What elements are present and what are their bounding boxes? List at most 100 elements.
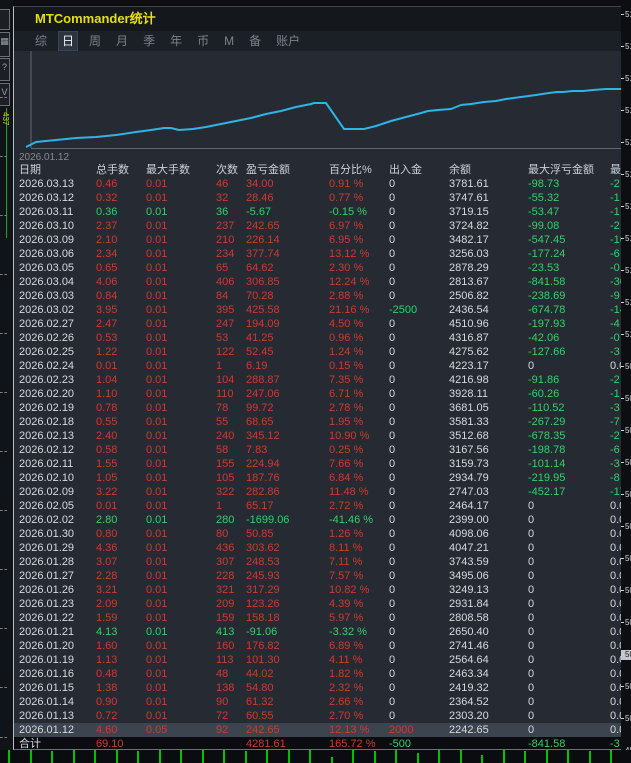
menu-tab-账户[interactable]: 账户 <box>273 32 303 50</box>
check-icon[interactable]: V <box>0 83 10 106</box>
table-row[interactable]: 2026.01.214.130.01413-91.06-3.32 %02650.… <box>14 625 621 639</box>
cell: 0 <box>389 191 395 205</box>
table-row[interactable]: 2026.01.272.280.01228245.937.57 %03495.0… <box>14 569 621 583</box>
menu-tab-综[interactable]: 综 <box>32 32 50 50</box>
table-row[interactable]: 2026.01.124.600.0592242.6512.13 %2000224… <box>14 723 621 737</box>
cell: 0.01 <box>146 387 167 401</box>
menu-tab-季[interactable]: 季 <box>140 32 158 50</box>
table-row[interactable]: 2026.03.062.340.01234377.7413.12 %03256.… <box>14 247 621 261</box>
table-row[interactable]: 2026.02.120.580.01587.830.25 %03167.56-1… <box>14 443 621 457</box>
menu-tab-M[interactable]: M <box>221 32 237 50</box>
column-header[interactable]: 百分比% <box>329 163 372 177</box>
table-row[interactable]: 2026.03.044.060.01406306.8512.24 %02813.… <box>14 275 621 289</box>
table-row[interactable]: 2026.02.201.100.01110247.066.71 %03928.1… <box>14 387 621 401</box>
column-header[interactable]: 盈亏金额 <box>246 163 290 177</box>
table-row[interactable]: 2026.01.151.380.0113854.802.32 %02419.32… <box>14 681 621 695</box>
cell: -2 <box>610 373 620 387</box>
column-header[interactable]: 最大 <box>610 163 621 177</box>
cell: 6.84 % <box>329 471 363 485</box>
cell: 1.26 % <box>329 527 363 541</box>
table-row[interactable]: 2026.01.232.090.01209123.264.39 %02931.8… <box>14 597 621 611</box>
menu-tab-日[interactable]: 日 <box>59 32 77 50</box>
window-titlebar[interactable]: MTCommander统计 <box>14 7 621 31</box>
cell: 2026.02.11 <box>19 457 73 471</box>
toolbar-icon-partial[interactable] <box>0 9 10 30</box>
table-row[interactable]: 2026.01.191.130.01113101.304.11 %02564.6… <box>14 653 621 667</box>
cell: 12.13 % <box>329 723 369 737</box>
cell: 0.0 <box>610 513 621 527</box>
cell: 0.01 <box>146 457 167 471</box>
table-row[interactable]: 2026.02.101.050.01105187.766.84 %02934.7… <box>14 471 621 485</box>
table-row[interactable]: 2026.02.111.550.01155224.947.66 %03159.7… <box>14 457 621 471</box>
table-row[interactable]: 2026.03.110.360.0136-5.67-0.15 %03719.15… <box>14 205 621 219</box>
table-row[interactable]: 2026.01.221.590.01159158.185.97 %02808.5… <box>14 611 621 625</box>
volume-bar <box>610 750 612 763</box>
table-row[interactable]: 2026.02.251.220.0112252.451.24 %04275.62… <box>14 345 621 359</box>
cell: 0 <box>389 317 395 331</box>
table-row[interactable]: 2026.02.190.780.017899.722.78 %03681.05-… <box>14 401 621 415</box>
cell: 0.01 <box>146 177 167 191</box>
column-header[interactable]: 出入金 <box>389 163 422 177</box>
table-row[interactable]: 2026.03.050.650.016564.622.30 %02878.29-… <box>14 261 621 275</box>
menu-tab-月[interactable]: 月 <box>113 32 131 50</box>
menu-tab-币[interactable]: 币 <box>194 32 212 50</box>
cell: 2026.02.09 <box>19 485 74 499</box>
price-scale-tick: 50 <box>621 618 631 628</box>
question-icon[interactable]: ? <box>0 58 10 81</box>
cell: 2650.40 <box>449 625 489 639</box>
cell: 2026.01.29 <box>19 541 74 555</box>
cell: 0.01 <box>146 555 167 569</box>
cell: 2026.03.12 <box>19 191 74 205</box>
table-row[interactable]: 2026.02.022.800.01280-1699.06-41.46 %023… <box>14 513 621 527</box>
table-row[interactable]: 2026.01.130.720.017260.552.70 %02303.200… <box>14 709 621 723</box>
table-row[interactable]: 2026.02.231.040.01104288.877.35 %04216.9… <box>14 373 621 387</box>
table-row[interactable]: 2026.02.180.550.015568.651.95 %03581.33-… <box>14 415 621 429</box>
image-icon[interactable]: ▦ <box>0 32 10 57</box>
table-row[interactable]: 2026.03.102.370.01237242.656.97 %03724.8… <box>14 219 621 233</box>
cell: 0.46 <box>96 177 117 191</box>
table-row[interactable]: 2026.02.260.530.015341.250.96 %04316.87-… <box>14 331 621 345</box>
table-row[interactable]: 2026.03.120.320.013228.460.77 %03747.61-… <box>14 191 621 205</box>
table-row[interactable]: 2026.01.294.360.01436303.628.11 %04047.2… <box>14 541 621 555</box>
table-row[interactable]: 2026.01.160.480.014844.021.82 %02463.340… <box>14 667 621 681</box>
chart-start-date-label: 2026.01.12 <box>14 152 69 163</box>
cell: 99.72 <box>246 401 274 415</box>
cell: 2931.84 <box>449 597 489 611</box>
table-row[interactable]: 2026.02.050.010.01165.172.72 %02464.1700… <box>14 499 621 513</box>
cell: 0 <box>389 499 395 513</box>
table-row[interactable]: 2026.02.272.470.01247194.094.50 %04510.9… <box>14 317 621 331</box>
total-percent: 165.72 % <box>329 737 375 750</box>
cell: 1.60 <box>96 639 117 653</box>
column-header[interactable]: 日期 <box>19 163 41 177</box>
table-row[interactable]: 2026.03.130.460.014634.000.91 %03781.61-… <box>14 177 621 191</box>
column-header[interactable]: 次数 <box>216 163 238 177</box>
table-row[interactable]: 2026.01.283.070.01307248.537.11 %03743.5… <box>14 555 621 569</box>
table-row[interactable]: 2026.01.300.800.018050.851.26 %04098.060… <box>14 527 621 541</box>
column-header[interactable]: 总手数 <box>96 163 129 177</box>
menu-tab-周[interactable]: 周 <box>86 32 104 50</box>
volume-bar <box>331 757 333 763</box>
table-row[interactable]: 2026.01.140.900.019061.322.66 %02364.520… <box>14 695 621 709</box>
cell: 2026.01.21 <box>19 625 74 639</box>
table-row[interactable]: 2026.01.263.210.01321317.2910.82 %03249.… <box>14 583 621 597</box>
menu-tab-年[interactable]: 年 <box>167 32 185 50</box>
table-row[interactable]: 2026.02.132.400.01240345.1210.90 %03512.… <box>14 429 621 443</box>
table-row[interactable]: 2026.02.240.010.0116.190.15 %04223.1700.… <box>14 359 621 373</box>
cell: 80 <box>216 527 228 541</box>
table-row[interactable]: 2026.01.201.600.01160176.826.89 %02741.4… <box>14 639 621 653</box>
cell: 317.29 <box>246 583 280 597</box>
cell: 0.91 % <box>329 177 363 191</box>
table-row[interactable]: 2026.03.030.840.018470.282.88 %02506.82-… <box>14 289 621 303</box>
cell: 288.87 <box>246 373 280 387</box>
cell: 53 <box>216 331 228 345</box>
column-header[interactable]: 最大浮亏金额 <box>528 163 594 177</box>
column-header[interactable]: 余额 <box>449 163 471 177</box>
price-scale-tick: 51 <box>621 330 631 340</box>
table-row[interactable]: 2026.03.023.950.01395425.5821.16 %-25002… <box>14 303 621 317</box>
table-row[interactable]: 2026.02.093.220.01322282.8611.48 %02747.… <box>14 485 621 499</box>
column-header[interactable]: 最大手数 <box>146 163 190 177</box>
edge-tick <box>0 156 7 158</box>
menu-tab-备[interactable]: 备 <box>246 32 264 50</box>
table-row[interactable]: 2026.03.092.100.01210226.146.95 %03482.1… <box>14 233 621 247</box>
cell: 247.06 <box>246 387 280 401</box>
